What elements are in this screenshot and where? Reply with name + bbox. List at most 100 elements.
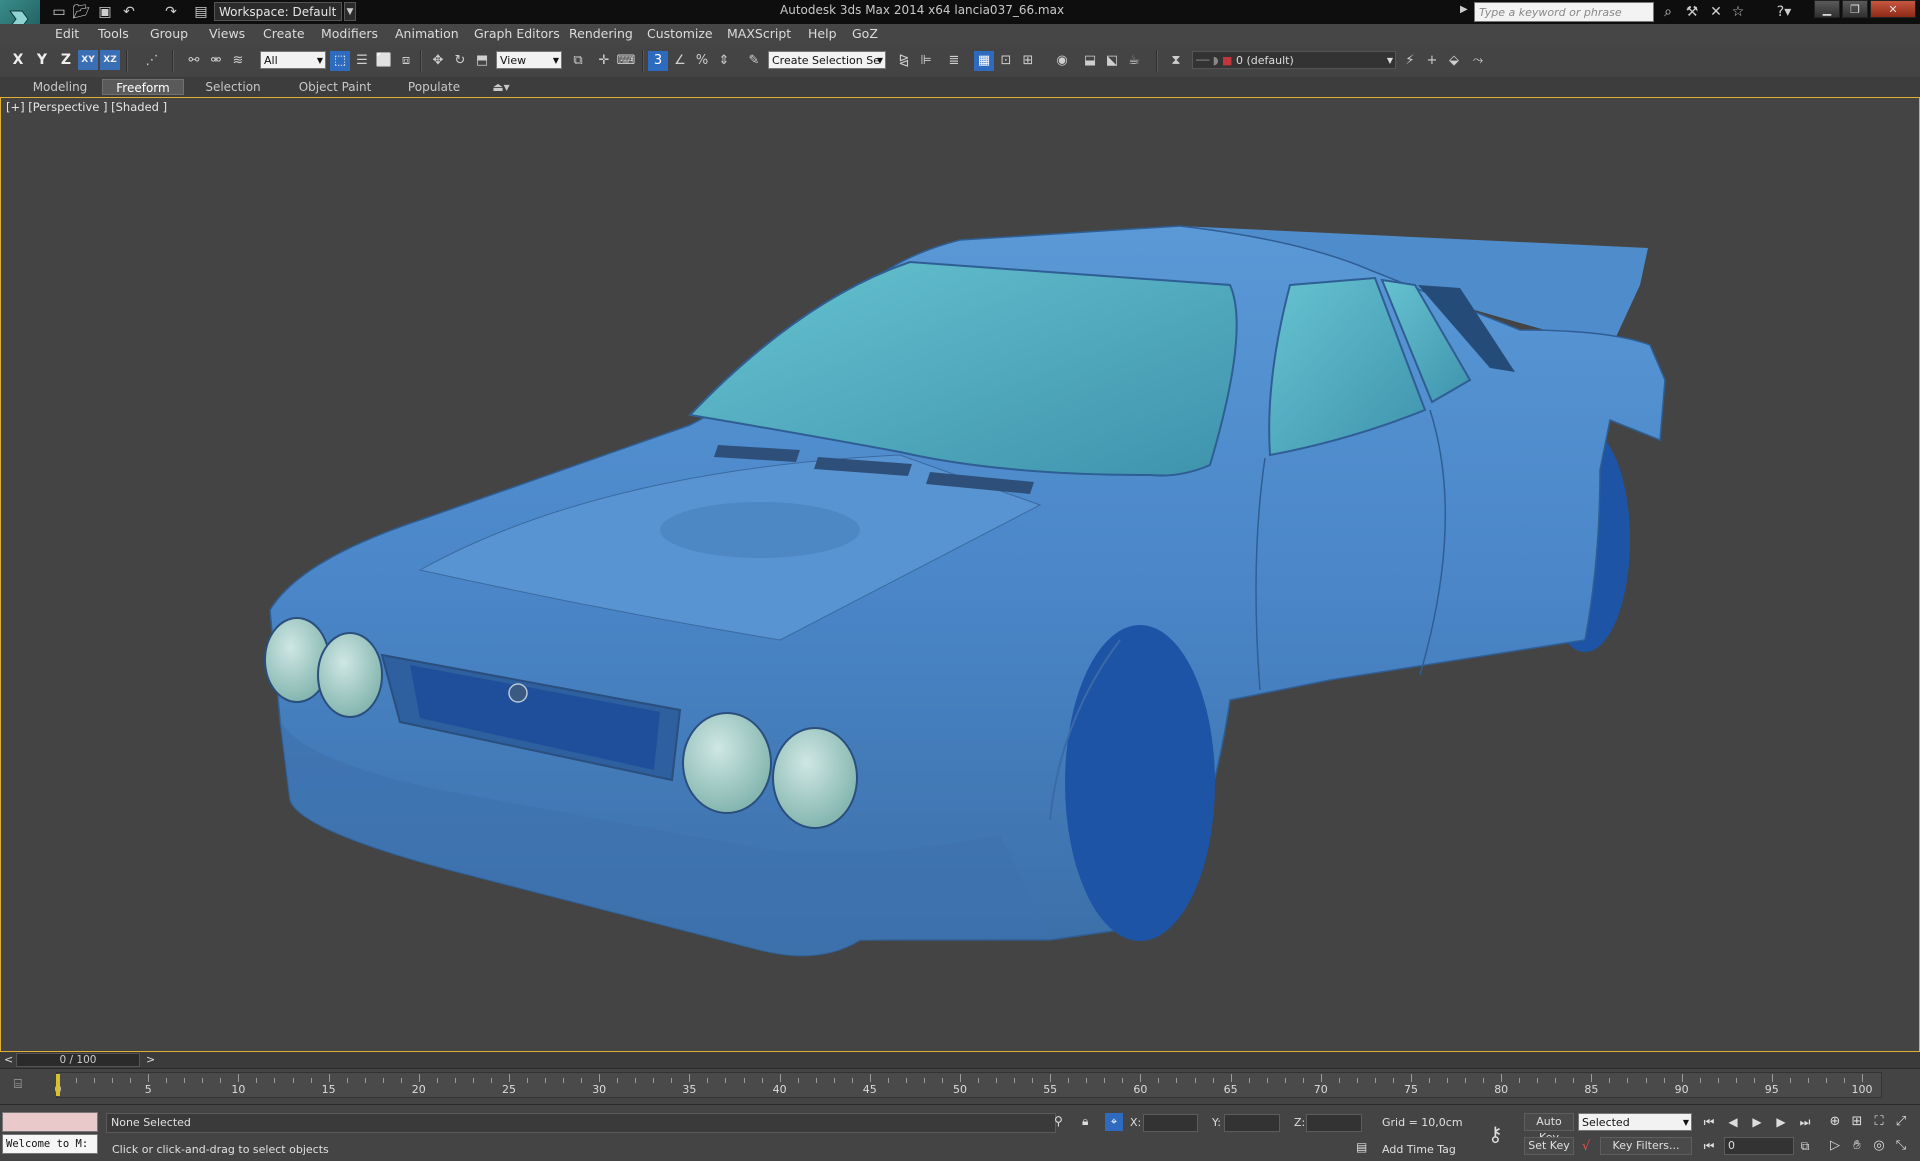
go-to-start-icon[interactable]: ⏮ xyxy=(1700,1113,1718,1131)
axis-xz-button[interactable]: XZ xyxy=(100,50,120,70)
field-of-view-icon[interactable]: ▷ xyxy=(1826,1137,1844,1155)
window-crossing-icon[interactable]: ⧈ xyxy=(396,51,416,71)
mirror-icon[interactable]: ⧎ xyxy=(894,51,914,71)
next-frame-icon[interactable]: ▶ xyxy=(1772,1113,1790,1131)
set-key-icon[interactable]: ⚷ xyxy=(1488,1122,1503,1146)
axis-z-button[interactable]: Z xyxy=(56,50,76,70)
curve-editor-icon[interactable]: ⊡ xyxy=(996,51,1016,71)
open-file-icon[interactable]: 📂︎ xyxy=(72,3,90,21)
previous-frame-icon[interactable]: ◀ xyxy=(1724,1113,1742,1131)
zoom-all-icon[interactable]: ⊞ xyxy=(1848,1113,1866,1131)
orbit-icon[interactable]: ◎ xyxy=(1870,1137,1888,1155)
layer-explorer-icon[interactable]: ⧗ xyxy=(1166,51,1186,71)
menu-animation[interactable]: Animation xyxy=(395,26,459,41)
mini-curve-editor-icon[interactable]: ⌸ xyxy=(14,1077,22,1092)
time-tag-icon[interactable]: ▤ xyxy=(1356,1140,1367,1154)
pan-view-icon[interactable]: ✋︎ xyxy=(1848,1137,1866,1155)
maximize-viewport-icon[interactable]: ⤡ xyxy=(1892,1137,1910,1155)
current-frame-marker[interactable] xyxy=(56,1074,60,1096)
snap-toggle-icon[interactable]: ⋰ xyxy=(142,51,162,71)
key-mode-dropdown[interactable]: Selected ▼ xyxy=(1578,1113,1692,1131)
menu-tools[interactable]: Tools xyxy=(98,26,129,41)
axis-x-button[interactable]: X xyxy=(8,50,28,70)
layer-manager-icon[interactable]: ≣ xyxy=(944,51,964,71)
select-in-layer-icon[interactable]: ⬙ xyxy=(1444,51,1464,71)
save-file-icon[interactable]: ▣ xyxy=(96,3,114,21)
car-model[interactable] xyxy=(0,97,1920,1052)
maxscript-listener-output[interactable] xyxy=(2,1112,98,1132)
zoom-icon[interactable]: ⊕ xyxy=(1826,1113,1844,1131)
maxscript-mini-listener[interactable]: Welcome to M: xyxy=(2,1134,98,1154)
time-next-button[interactable]: > xyxy=(146,1053,155,1066)
select-manipulate-icon[interactable]: ✛ xyxy=(594,51,614,71)
maximize-button[interactable]: ❐ xyxy=(1842,0,1868,18)
project-folder-icon[interactable]: ▤ xyxy=(192,3,210,21)
set-key-button[interactable]: Set Key xyxy=(1524,1137,1574,1155)
bind-space-warp-icon[interactable]: ≋ xyxy=(228,51,248,71)
auto-key-button[interactable]: Auto Key xyxy=(1524,1113,1574,1144)
snaps-toggle-icon[interactable]: 3 xyxy=(648,51,668,71)
zoom-extents-all-icon[interactable]: ⤢ xyxy=(1892,1113,1910,1131)
material-editor-icon[interactable]: ◉ xyxy=(1052,51,1072,71)
menu-help[interactable]: Help xyxy=(808,26,837,41)
schematic-view-icon[interactable]: ⊞ xyxy=(1018,51,1038,71)
rendered-frame-window-icon[interactable]: ⬕ xyxy=(1102,51,1122,71)
rotate-icon[interactable]: ↻ xyxy=(450,51,470,71)
tab-populate[interactable]: Populate xyxy=(402,79,466,95)
play-icon[interactable]: ▶ xyxy=(1748,1113,1766,1131)
pivot-center-icon[interactable]: ⧉ xyxy=(568,51,588,71)
go-to-end-icon[interactable]: ⏭ xyxy=(1796,1113,1814,1131)
key-filters-button[interactable]: Key Filters... xyxy=(1600,1137,1692,1155)
subscription-icon[interactable]: ⚒ xyxy=(1682,3,1702,21)
reference-coordinate-dropdown[interactable]: View ▼ xyxy=(496,51,562,69)
new-file-icon[interactable]: ▭ xyxy=(50,3,68,21)
menu-rendering[interactable]: Rendering xyxy=(569,26,633,41)
menu-customize[interactable]: Customize xyxy=(647,26,713,41)
key-tangent-icon[interactable]: √ xyxy=(1582,1139,1590,1154)
edit-named-selection-icon[interactable]: ✎ xyxy=(744,51,764,71)
named-selection-set-dropdown[interactable]: Create Selection Se ▼ xyxy=(768,51,886,69)
time-configuration-icon[interactable]: ⧉ xyxy=(1796,1137,1814,1155)
render-production-icon[interactable]: ☕ xyxy=(1124,51,1144,71)
absolute-mode-icon[interactable]: ⌖ xyxy=(1105,1113,1123,1131)
close-button[interactable]: ✕ xyxy=(1870,0,1916,18)
add-to-layer-icon[interactable]: + xyxy=(1422,51,1442,71)
key-mode-toggle-icon[interactable]: ⏮ xyxy=(1700,1137,1718,1155)
axis-y-button[interactable]: Y xyxy=(32,50,52,70)
layer-dropdown[interactable]: ── ◗ ■ 0 (default) ▼ xyxy=(1192,51,1396,69)
binoculars-icon[interactable]: ⌕ xyxy=(1658,3,1678,21)
rectangular-selection-icon[interactable]: ⬜ xyxy=(374,51,394,71)
menu-create[interactable]: Create xyxy=(263,26,305,41)
help-icon[interactable]: ?▾ xyxy=(1768,3,1800,21)
scale-icon[interactable]: ⬒ xyxy=(472,51,492,71)
selection-filter-dropdown[interactable]: All ▼ xyxy=(260,51,326,69)
search-expand-icon[interactable]: ▶ xyxy=(1460,4,1468,15)
menu-group[interactable]: Group xyxy=(150,26,188,41)
render-setup-icon[interactable]: ⬓ xyxy=(1080,51,1100,71)
axis-xy-button[interactable]: XY xyxy=(78,50,98,70)
graphite-modeling-tools-icon[interactable]: ▦ xyxy=(974,51,994,71)
tab-selection[interactable]: Selection xyxy=(198,79,268,95)
zoom-extents-icon[interactable]: ⛶ xyxy=(1870,1113,1888,1131)
x-coordinate-input[interactable] xyxy=(1143,1114,1198,1132)
isolate-selection-icon[interactable]: ⚲ xyxy=(1054,1114,1063,1128)
tab-freeform[interactable]: Freeform xyxy=(102,79,184,95)
move-icon[interactable]: ✥ xyxy=(428,51,448,71)
time-prev-button[interactable]: < xyxy=(4,1053,13,1066)
spinner-snap-icon[interactable]: ⇕ xyxy=(714,51,734,71)
workspace-dropdown[interactable]: Workspace: Default xyxy=(214,2,342,21)
chevron-down-icon[interactable]: ▼ xyxy=(344,2,356,21)
set-current-layer-icon[interactable]: ⤳ xyxy=(1468,51,1488,71)
y-coordinate-input[interactable] xyxy=(1224,1114,1280,1132)
tab-modeling[interactable]: Modeling xyxy=(28,79,92,95)
unlink-icon[interactable]: ⚮ xyxy=(206,51,226,71)
minimize-button[interactable]: ▁ xyxy=(1814,0,1840,18)
redo-icon[interactable]: ↷ xyxy=(162,3,180,21)
current-frame-input[interactable]: 0 xyxy=(1724,1137,1794,1155)
angle-snap-icon[interactable]: ∠ xyxy=(670,51,690,71)
keyboard-shortcut-override-icon[interactable]: ⌨ xyxy=(616,51,636,71)
align-icon[interactable]: ⊫ xyxy=(916,51,936,71)
undo-icon[interactable]: ↶ xyxy=(120,3,138,21)
search-input[interactable]: Type a keyword or phrase xyxy=(1474,2,1654,22)
communication-icon[interactable]: ✕ xyxy=(1706,3,1726,21)
